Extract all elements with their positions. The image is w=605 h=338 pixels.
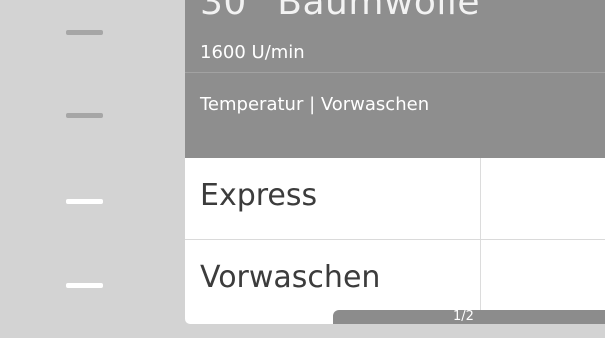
page-indicator-text: 1/2: [453, 309, 474, 324]
side-button-panel: [0, 0, 185, 338]
options-list: Express Vorwaschen: [185, 158, 605, 324]
spin-speed: 1600 U/min: [200, 42, 305, 63]
options-header: Temperatur | Vorwaschen: [185, 72, 605, 158]
side-button-2[interactable]: [66, 113, 103, 118]
page-indicator: 1/2: [333, 309, 605, 324]
program-header: 30° Baumwolle 1600 U/min: [185, 0, 605, 72]
program-title: 30° Baumwolle: [200, 0, 481, 23]
side-button-1[interactable]: [66, 30, 103, 35]
program-panel: 30° Baumwolle 1600 U/min Temperatur | Vo…: [185, 0, 605, 324]
list-item-express[interactable]: Express: [185, 158, 605, 240]
list-item-label: Express: [200, 178, 318, 213]
side-button-express[interactable]: [66, 199, 103, 204]
row-divider: [480, 158, 481, 239]
side-button-vorwaschen[interactable]: [66, 283, 103, 288]
list-item-label: Vorwaschen: [200, 260, 381, 295]
options-line: Temperatur | Vorwaschen: [200, 94, 430, 115]
